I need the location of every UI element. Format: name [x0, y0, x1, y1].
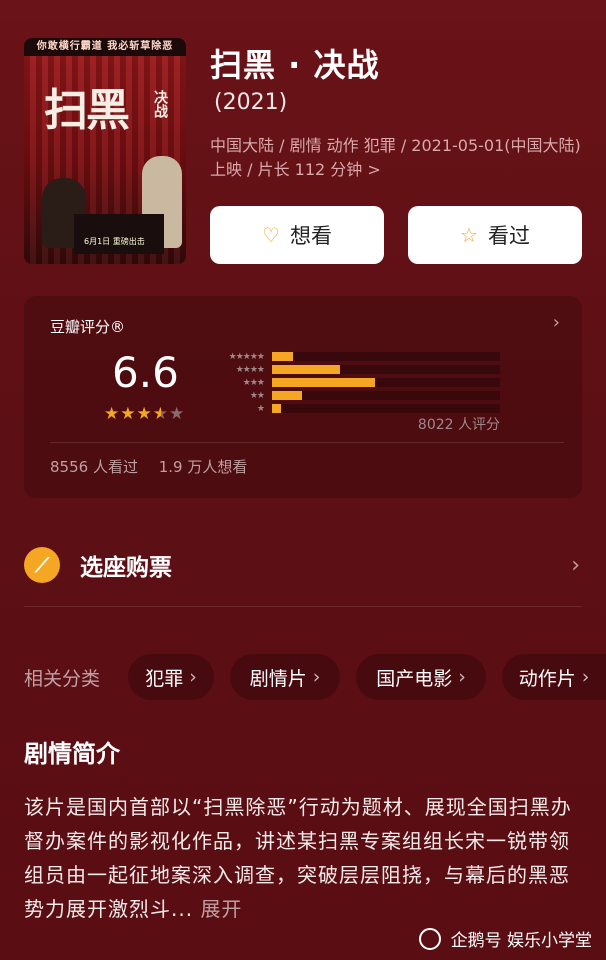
- distribution-stars: ★: [256, 403, 265, 414]
- penguin-icon: [418, 927, 441, 950]
- watched-count: 8556 人看过: [50, 458, 138, 476]
- buy-ticket-row[interactable]: ⟋ 选座购票 ›: [24, 542, 582, 588]
- distribution-fill: [272, 365, 341, 374]
- ticket-icon: ⟋: [24, 547, 60, 583]
- watermark-text: 企鹅号 娱乐小学堂: [450, 931, 592, 951]
- buy-ticket-label: 选座购票: [80, 555, 172, 581]
- watermark: 企鹅号 娱乐小学堂: [418, 926, 592, 951]
- tag-label: 犯罪: [145, 667, 184, 690]
- synopsis-text: 该片是国内首部以“扫黑除恶”行动为题材、展现全国扫黑办督办案件的影视化作品，讲述…: [24, 790, 584, 926]
- distribution-fill: [272, 391, 302, 400]
- rating-card[interactable]: 豆瓣评分® › 6.6 ★★★★★ ★★★★★ ★★★★ ★★★ ★★ ★ 80…: [24, 296, 582, 498]
- chevron-right-icon: ›: [571, 552, 580, 578]
- chevron-right-icon: ›: [458, 666, 466, 688]
- chevron-right-icon: ›: [581, 666, 590, 688]
- synopsis-body: 该片是国内首部以“扫黑除恶”行动为题材、展现全国扫黑办督办案件的影视化作品，讲述…: [24, 795, 572, 921]
- movie-poster[interactable]: 你敢横行霸道 我必斩草除恶 扫黑 决战 6月1日 重磅出击: [24, 38, 186, 264]
- star-icon: ★: [169, 404, 186, 424]
- distribution-row: ★★★: [206, 376, 500, 389]
- tag-label: 国产电影: [376, 667, 453, 690]
- watched-button[interactable]: ☆ 看过: [408, 206, 582, 264]
- rating-count: 8022 人评分: [417, 417, 500, 433]
- expand-link[interactable]: 展开: [200, 897, 242, 921]
- movie-year: (2021): [214, 90, 288, 115]
- poster-table: [74, 214, 164, 254]
- distribution-fill: [272, 404, 282, 413]
- distribution-stars: ★★★★★: [228, 351, 265, 362]
- tag-action[interactable]: 动作片 ›: [502, 654, 606, 700]
- distribution-track: [272, 378, 500, 387]
- movie-title: 扫黑 · 决战: [210, 46, 380, 84]
- want-to-watch-button[interactable]: ♡ 想看: [210, 206, 384, 264]
- tag-drama[interactable]: 剧情片 ›: [230, 654, 340, 700]
- chevron-right-icon: ›: [189, 666, 197, 688]
- rating-footer: 8556 人看过 1.9 万人想看: [50, 456, 263, 477]
- tag-chinese-film[interactable]: 国产电影 ›: [356, 654, 486, 700]
- rating-score: 6.6: [112, 348, 179, 397]
- rating-stars: ★★★★★: [104, 404, 185, 424]
- distribution-track: [272, 391, 500, 400]
- star-icon: ★: [104, 404, 121, 424]
- movie-meta[interactable]: 中国大陆 / 剧情 动作 犯罪 / 2021-05-01(中国大陆) 上映 / …: [210, 134, 582, 182]
- distribution-fill: [272, 378, 375, 387]
- poster-tagline: 你敢横行霸道 我必斩草除恶: [24, 38, 186, 56]
- distribution-stars: ★★★★: [235, 364, 265, 375]
- related-categories-label: 相关分类: [24, 668, 101, 690]
- divider: [24, 606, 582, 607]
- poster-subtitle: 决战: [152, 90, 168, 118]
- distribution-track: [272, 365, 500, 374]
- want-to-watch-label: 想看: [289, 224, 332, 248]
- distribution-fill: [272, 352, 293, 361]
- synopsis-heading: 剧情简介: [24, 740, 120, 768]
- divider: [50, 442, 564, 443]
- tag-label: 剧情片: [249, 667, 307, 690]
- tag-crime[interactable]: 犯罪 ›: [128, 654, 214, 700]
- distribution-row: ★★: [206, 389, 500, 402]
- star-icon: ★: [136, 404, 153, 424]
- distribution-row: ★★★★★: [206, 350, 500, 363]
- heart-plus-icon: ♡: [262, 223, 280, 247]
- distribution-row: ★★★★: [206, 363, 500, 376]
- distribution-track: [272, 352, 500, 361]
- rating-label: 豆瓣评分®: [50, 318, 126, 336]
- distribution-stars: ★★: [249, 390, 265, 401]
- poster-title: 扫黑: [44, 85, 130, 136]
- want-count: 1.9 万人想看: [158, 458, 248, 476]
- chevron-right-icon[interactable]: ›: [553, 312, 560, 333]
- distribution-stars: ★★★: [242, 377, 265, 388]
- tag-label: 动作片: [518, 667, 576, 690]
- half-star-icon: ★: [152, 404, 169, 424]
- chevron-right-icon: ›: [312, 666, 321, 688]
- distribution-track: [272, 404, 500, 413]
- star-icon: ☆: [460, 223, 478, 247]
- watched-label: 看过: [487, 224, 530, 248]
- star-icon: ★: [120, 404, 137, 424]
- poster-date: 6月1日 重磅出击: [84, 237, 145, 246]
